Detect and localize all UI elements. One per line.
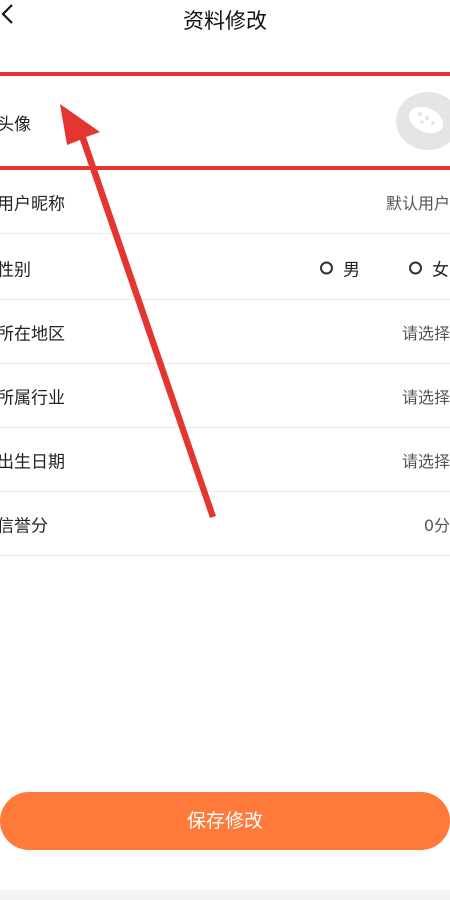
gender-option-label: 女 xyxy=(432,260,449,280)
row-region[interactable]: 所在地区 请选择 xyxy=(0,300,450,364)
row-credit-score: 信誉分 0分 xyxy=(0,492,450,556)
gender-option-label: 男 xyxy=(343,260,360,280)
row-label: 所属行业 xyxy=(0,388,65,408)
birthday-value: 请选择 xyxy=(401,451,450,471)
row-label: 用户昵称 xyxy=(0,194,65,214)
credit-score-value: 0分 xyxy=(423,515,450,535)
row-label: 出生日期 xyxy=(0,452,65,472)
region-value: 请选择 xyxy=(401,323,450,343)
row-birthday[interactable]: 出生日期 请选择 xyxy=(0,428,450,492)
row-gender: 性别 男 女 xyxy=(0,236,450,300)
highlight-box-top xyxy=(0,72,450,76)
row-label: 所在地区 xyxy=(0,324,65,344)
radio-icon xyxy=(409,261,422,274)
bottom-bar xyxy=(0,890,450,900)
avatar-label: 头像 xyxy=(0,115,31,135)
row-industry[interactable]: 所属行业 请选择 xyxy=(0,364,450,428)
row-nickname[interactable]: 用户昵称 默认用户 xyxy=(0,170,450,234)
row-label: 信誉分 xyxy=(0,516,48,536)
gender-option-male[interactable]: 男 xyxy=(320,255,360,280)
save-button[interactable]: 保存修改 xyxy=(0,792,450,850)
industry-value: 请选择 xyxy=(401,387,450,407)
radio-icon xyxy=(320,261,333,274)
page-title: 资料修改 xyxy=(183,9,267,33)
row-label: 性别 xyxy=(0,260,31,280)
header: 资料修改 xyxy=(0,0,450,40)
gender-option-female[interactable]: 女 xyxy=(409,255,449,280)
avatar-row[interactable]: 头像 xyxy=(0,72,450,169)
nickname-value: 默认用户 xyxy=(385,193,450,213)
